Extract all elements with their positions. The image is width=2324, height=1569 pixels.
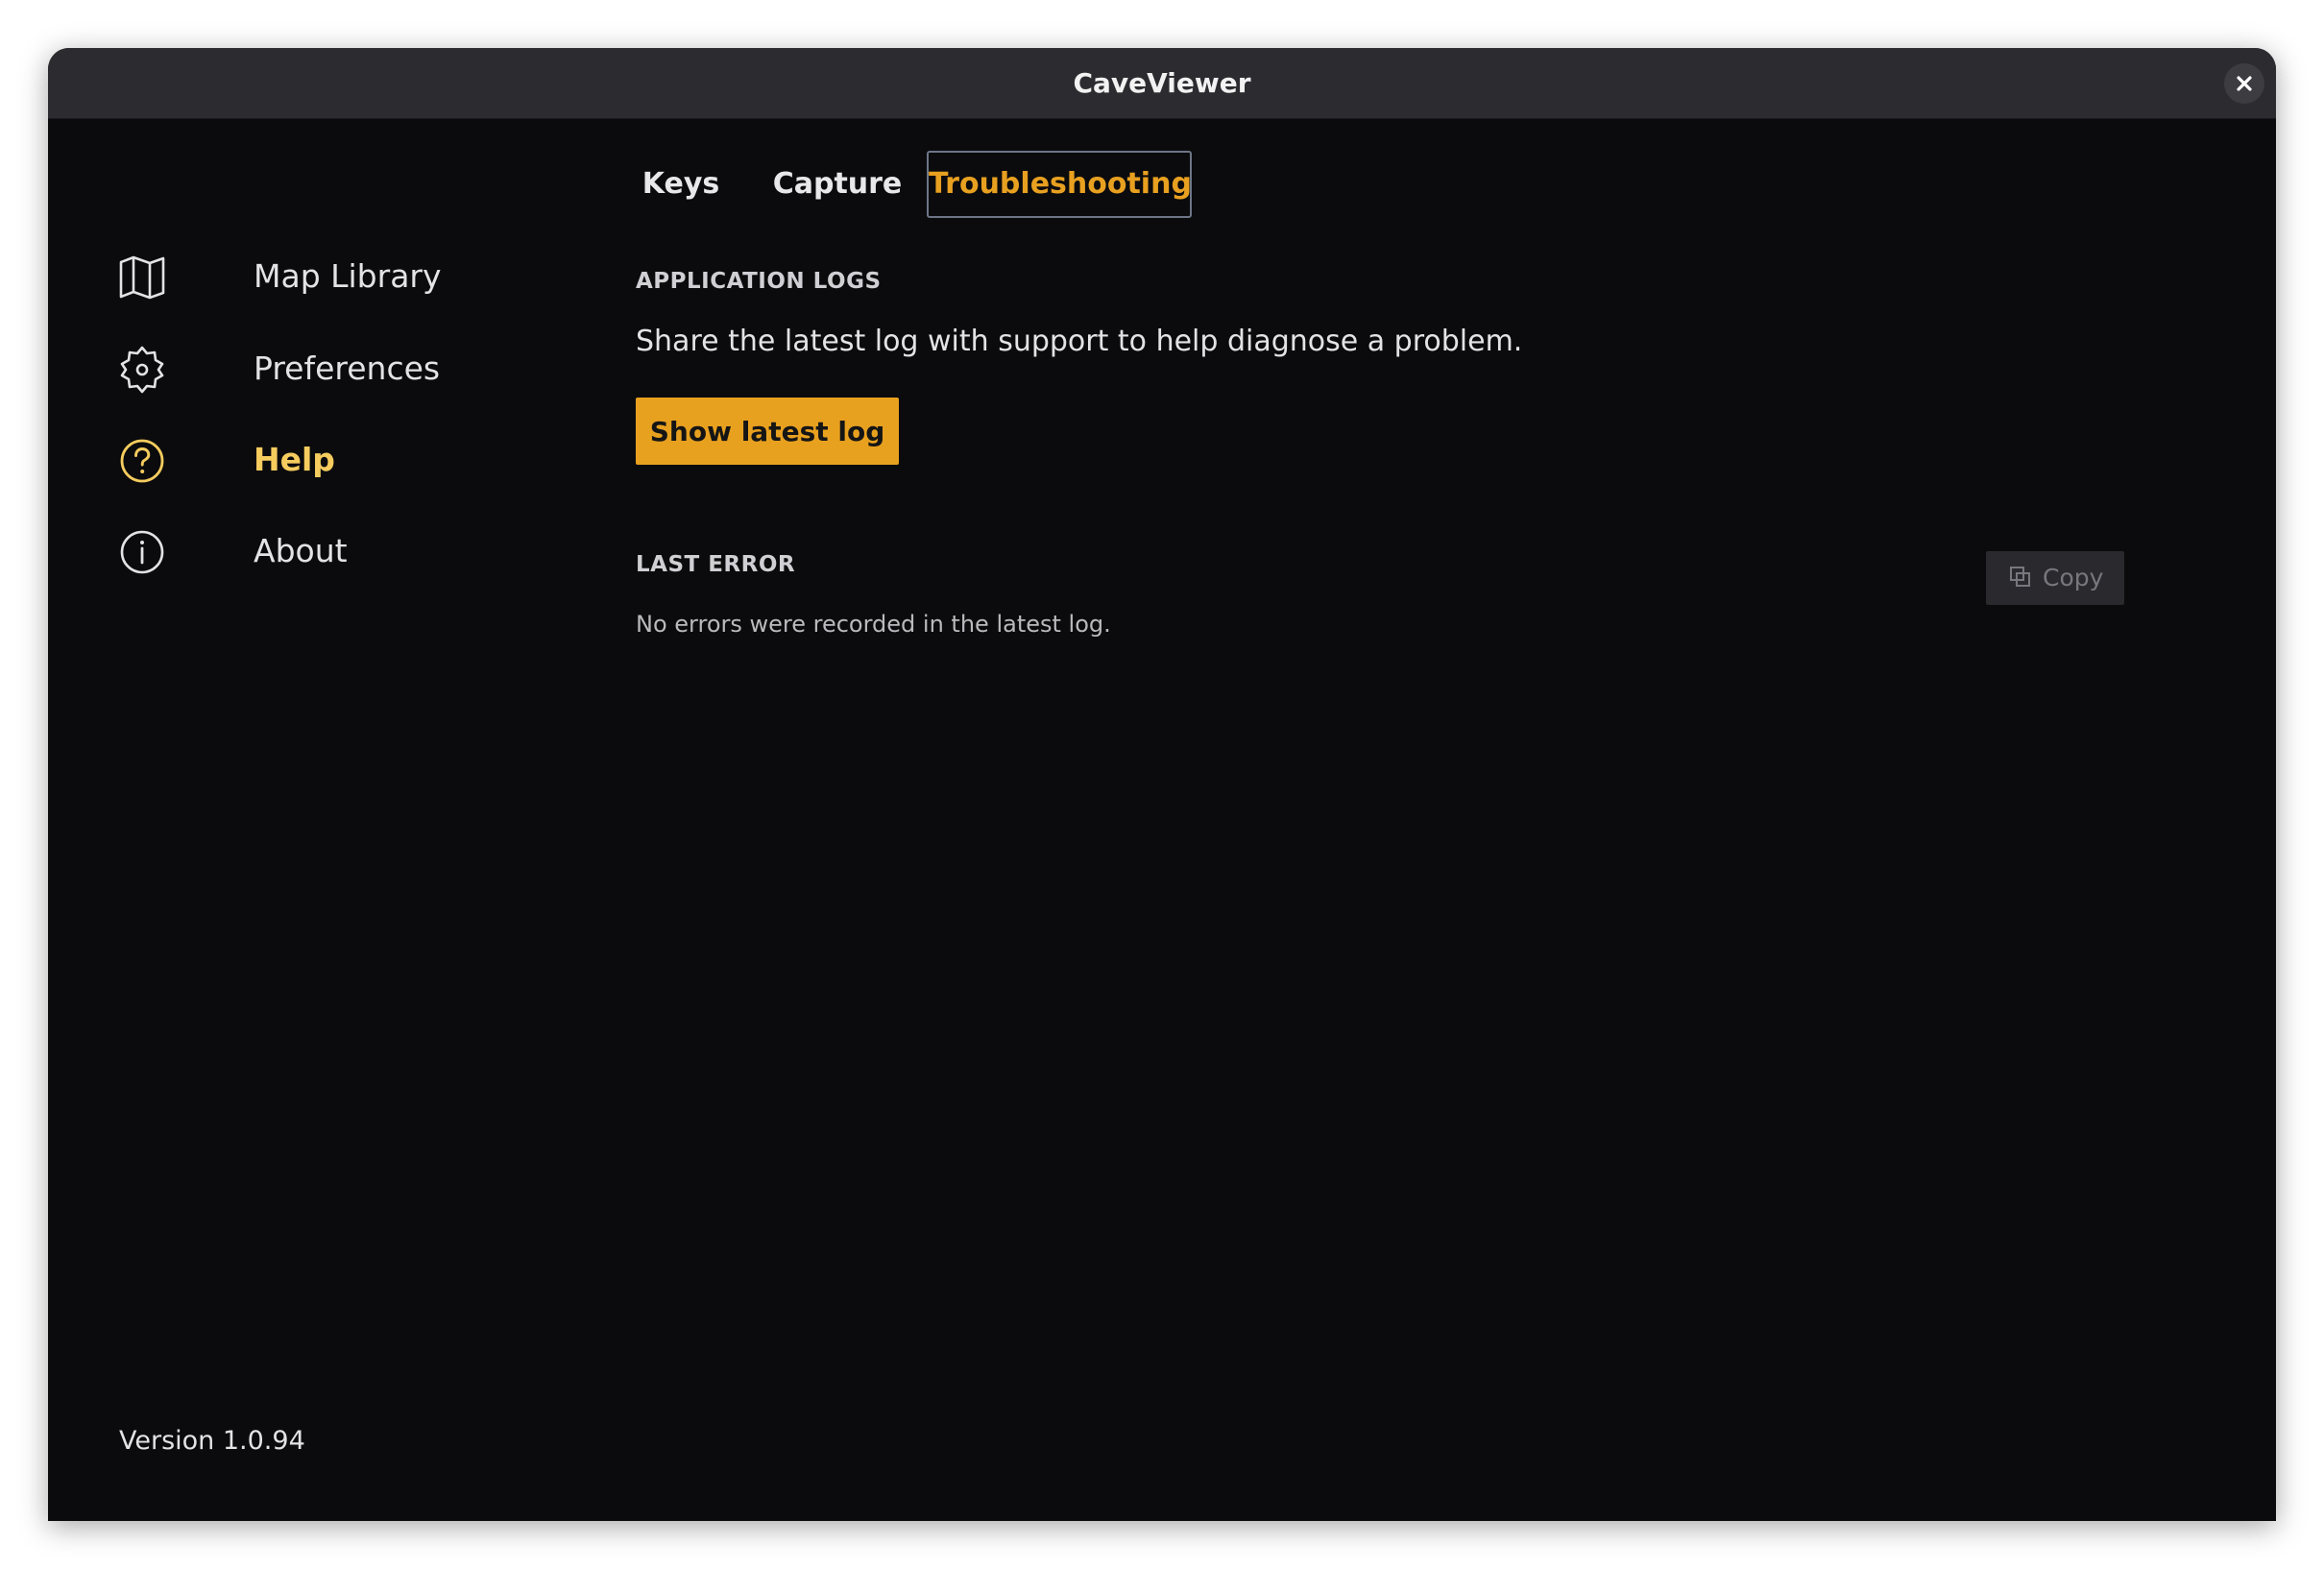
title-bar: CaveViewer [48,48,2276,119]
app-window: CaveViewer Map Library Preferences Help … [48,48,2276,1521]
sidebar-item-preferences[interactable]: Preferences [117,340,578,398]
application-logs-heading: APPLICATION LOGS [636,269,882,294]
sidebar-item-about[interactable]: About [117,522,578,580]
question-circle-icon [120,439,164,483]
tab-keys[interactable]: Keys [628,151,734,218]
copy-button[interactable]: Copy [1986,551,2124,605]
info-circle-icon [120,530,164,574]
sidebar-item-label: About [254,532,348,569]
sidebar-item-map-library[interactable]: Map Library [117,248,578,305]
map-icon [119,255,165,300]
last-error-message: No errors were recorded in the latest lo… [636,611,1111,638]
logs-description: Share the latest log with support to hel… [636,325,1523,358]
close-button[interactable] [2224,63,2264,104]
copy-icon [2010,567,2030,587]
tab-troubleshooting[interactable]: Troubleshooting [927,151,1192,218]
last-error-heading: LAST ERROR [636,552,796,577]
sidebar-item-label: Map Library [254,257,442,295]
sidebar-item-label: Help [254,441,335,478]
window-title: CaveViewer [1073,67,1251,99]
show-latest-log-button[interactable]: Show latest log [636,398,899,465]
close-icon [2237,76,2252,91]
sidebar-item-help[interactable]: Help [117,431,578,489]
version-label: Version 1.0.94 [119,1426,305,1456]
tab-capture[interactable]: Capture [755,151,920,218]
copy-label: Copy [2043,564,2104,591]
sidebar-item-label: Preferences [254,350,441,387]
gear-icon [120,346,164,394]
